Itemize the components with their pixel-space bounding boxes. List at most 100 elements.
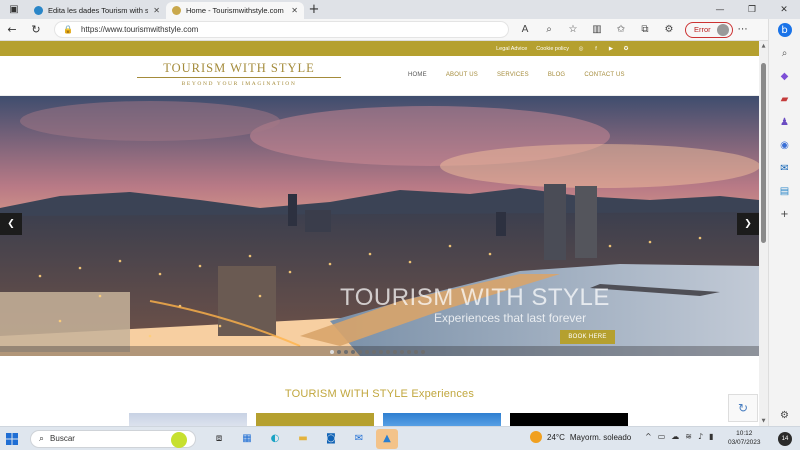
tripadvisor-icon[interactable]: ✪	[623, 46, 629, 52]
windows-start-icon[interactable]	[0, 432, 24, 445]
favorite-star-icon[interactable]: ☆	[561, 24, 585, 35]
logo-title: TOURISM WITH STYLE	[163, 61, 315, 75]
add-sidebar-app-icon[interactable]: +	[778, 207, 792, 221]
games-icon[interactable]: ♟	[778, 115, 792, 129]
shopping-icon[interactable]: ◆	[778, 69, 792, 83]
notifications-badge[interactable]: 14	[778, 432, 792, 446]
slider-dot[interactable]	[372, 350, 376, 354]
cookie-policy-link[interactable]: Cookie policy	[536, 46, 569, 52]
slider-dot[interactable]	[365, 350, 369, 354]
outlook-app-icon[interactable]: ◙	[320, 429, 342, 449]
url-text: https://www.tourismwithstyle.com	[80, 25, 199, 34]
slider-dot[interactable]	[414, 350, 418, 354]
photos-icon[interactable]: ▲	[376, 428, 398, 449]
slider-dot[interactable]	[386, 350, 390, 354]
nav-contact-us[interactable]: CONTACT US	[584, 72, 624, 78]
slider-dot[interactable]	[337, 350, 341, 354]
slider-dot[interactable]	[358, 350, 362, 354]
sidebar-settings-icon[interactable]: ⚙	[778, 408, 792, 422]
tools-icon[interactable]: ▰	[778, 92, 792, 106]
nav-home[interactable]: HOME	[408, 72, 427, 78]
browser-tab-bar: ▣ Edita les dades Tourism with sty... ✕ …	[0, 0, 800, 19]
wifi-icon[interactable]: ≋	[685, 432, 692, 441]
split-screen-icon[interactable]: ▥	[585, 24, 609, 35]
hero-subtitle: Experiences that last forever	[434, 311, 587, 325]
collections-icon[interactable]: ⧉	[633, 24, 657, 35]
experience-card[interactable]	[129, 413, 247, 426]
experience-card[interactable]	[256, 413, 374, 426]
volume-icon[interactable]: ♪	[698, 432, 703, 441]
hero-image	[0, 96, 759, 356]
facebook-icon[interactable]: f	[593, 46, 599, 52]
scroll-down-icon[interactable]: ▼	[759, 418, 768, 424]
nav-about-us[interactable]: ABOUT US	[446, 72, 478, 78]
slider-dot[interactable]	[421, 350, 425, 354]
close-window-icon[interactable]: ✕	[768, 0, 800, 19]
bing-chat-icon[interactable]: b	[777, 23, 792, 37]
close-tab-icon[interactable]: ✕	[291, 6, 298, 15]
experience-card[interactable]	[510, 413, 628, 426]
more-options-icon[interactable]: ⋯	[733, 24, 753, 35]
instagram-icon[interactable]: ◎	[578, 46, 584, 52]
tab-home[interactable]: Home - Tourismwithstyle.com ✕	[166, 2, 304, 19]
top-utility-bar: Legal Advice Cookie policy ◎ f ▶ ✪	[0, 41, 759, 56]
close-tab-icon[interactable]: ✕	[153, 6, 160, 15]
slider-dot[interactable]	[330, 350, 334, 354]
scrollbar-thumb[interactable]	[761, 63, 766, 243]
slider-prev-icon[interactable]: ❮	[0, 213, 22, 235]
weather-widget[interactable]: 24°C Mayorm. soleado	[530, 431, 631, 443]
recaptcha-badge[interactable]: ↻	[728, 394, 758, 422]
taskbar-search-input[interactable]: ⌕ Buscar	[30, 429, 196, 448]
slider-dot[interactable]	[344, 350, 348, 354]
system-tray: ^ ▭ ☁ ≋ ♪ ▮	[645, 432, 713, 441]
weather-text: Mayorm. soleado	[569, 432, 632, 442]
address-input[interactable]: 🔒 https://www.tourismwithstyle.com	[54, 21, 509, 38]
slider-dot[interactable]	[351, 350, 355, 354]
slider-dot[interactable]	[393, 350, 397, 354]
slider-dot[interactable]	[407, 350, 411, 354]
store-icon[interactable]: ▦	[236, 429, 258, 449]
youtube-icon[interactable]: ▶	[608, 46, 614, 52]
network-icon[interactable]: ▭	[658, 432, 666, 441]
address-toolbar: ← ↻ 🔒 https://www.tourismwithstyle.com A…	[0, 19, 800, 41]
file-explorer-icon[interactable]: ▬	[292, 429, 314, 449]
outlook-icon[interactable]: ✉	[778, 161, 792, 175]
page-scrollbar[interactable]: ▲ ▼	[759, 41, 768, 426]
refresh-icon[interactable]: ↻	[24, 23, 48, 36]
clock[interactable]: 10:12 03/07/2023	[728, 429, 761, 447]
restore-icon[interactable]: ❐	[736, 0, 768, 19]
slider-dot[interactable]	[400, 350, 404, 354]
site-logo[interactable]: TOURISM WITH STYLE BEYOND YOUR IMAGINATI…	[133, 61, 345, 93]
read-aloud-icon[interactable]: A	[513, 24, 537, 35]
drop-icon[interactable]: ▤	[778, 184, 792, 198]
search-icon[interactable]: ⌕	[778, 46, 792, 60]
tab-actions-icon[interactable]: ▣	[0, 0, 28, 19]
lock-icon[interactable]: 🔒	[63, 25, 73, 34]
cloud-icon[interactable]: ☁	[671, 432, 679, 441]
tray-overflow-icon[interactable]: ^	[645, 432, 652, 441]
microsoft-365-icon[interactable]: ◉	[778, 138, 792, 152]
slider-next-icon[interactable]: ❯	[737, 213, 759, 235]
favorites-icon[interactable]: ✩	[609, 24, 633, 35]
scroll-up-icon[interactable]: ▲	[759, 43, 768, 49]
zoom-icon[interactable]: ⌕	[537, 24, 561, 35]
slider-dot[interactable]	[379, 350, 383, 354]
nav-services[interactable]: SERVICES	[497, 72, 529, 78]
experience-card[interactable]	[383, 413, 501, 426]
mail-icon[interactable]: ✉	[348, 429, 370, 449]
back-icon[interactable]: ←	[0, 23, 24, 36]
tab-edita-dades[interactable]: Edita les dades Tourism with sty... ✕	[28, 2, 166, 19]
slider-dots	[330, 350, 425, 354]
legal-advice-link[interactable]: Legal Advice	[496, 46, 527, 52]
address-icons: A ⌕ ☆ ▥ ✩ ⧉ ⚙	[513, 24, 681, 35]
weather-temp: 24°C	[547, 432, 565, 442]
new-tab-icon[interactable]: +	[304, 0, 324, 19]
task-view-icon[interactable]: ⧈	[208, 429, 230, 449]
edge-icon[interactable]: ◐	[264, 429, 286, 449]
battery-icon[interactable]: ▮	[709, 432, 713, 441]
book-here-button[interactable]: BOOK HERE	[560, 330, 615, 344]
extensions-icon[interactable]: ⚙	[657, 24, 681, 35]
minimize-icon[interactable]: —	[704, 0, 736, 19]
profile-error-button[interactable]: Error	[685, 21, 733, 38]
nav-blog[interactable]: BLOG	[548, 72, 565, 78]
